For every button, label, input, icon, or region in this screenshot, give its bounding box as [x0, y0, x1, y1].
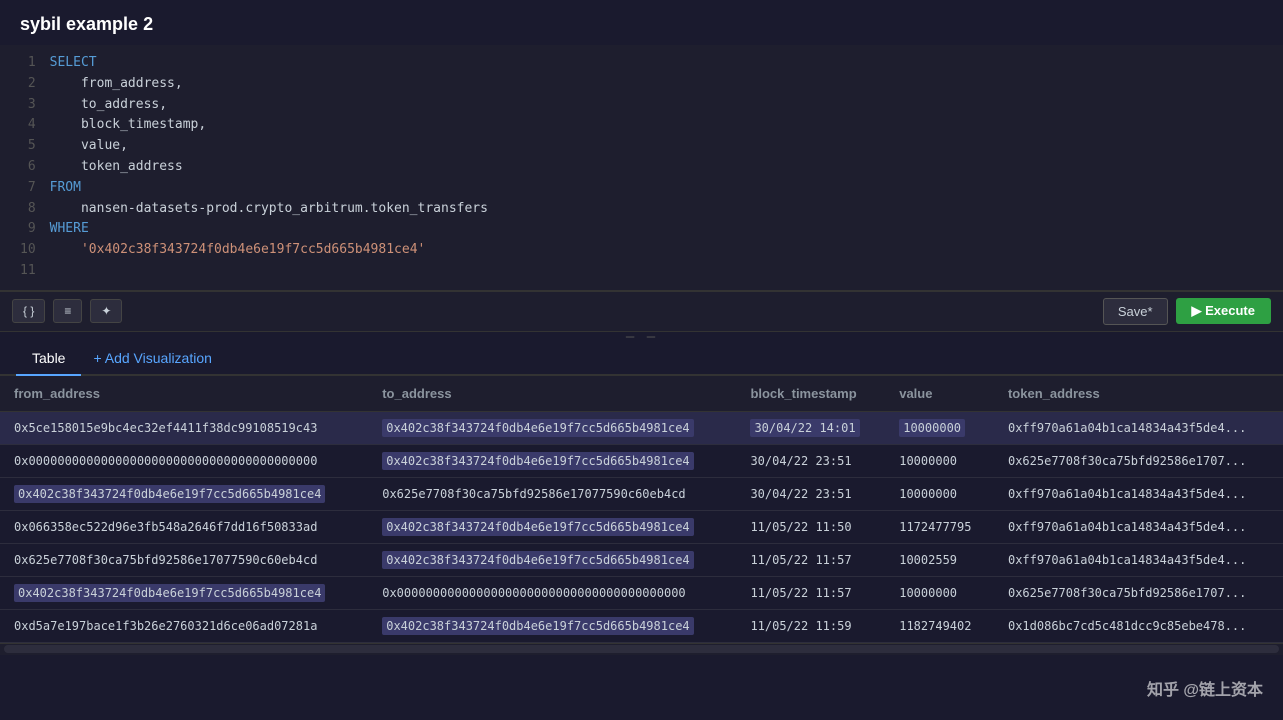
col-header-to-address: to_address: [368, 376, 736, 412]
table-cell: 11/05/22 11:57: [736, 576, 885, 609]
table-cell: 0x066358ec522d96e3fb548a2646f7dd16f50833…: [0, 510, 368, 543]
table-cell: 0xff970a61a04b1ca14834a43f5de4...: [994, 543, 1283, 576]
line-numbers: 1 2 3 4 5 6 7 8 9 10 11: [0, 53, 50, 282]
code-block: 1 2 3 4 5 6 7 8 9 10 11 SELECT from_addr…: [0, 45, 1283, 290]
toolbar: { } ≡ ✦ Save* ▶ Execute: [0, 291, 1283, 332]
save-button[interactable]: Save*: [1103, 298, 1168, 325]
horizontal-scrollbar-area[interactable]: [0, 643, 1283, 655]
col-header-token-address: token_address: [994, 376, 1283, 412]
add-visualization-button[interactable]: + Add Visualization: [81, 342, 223, 374]
table-cell: 0x402c38f343724f0db4e6e19f7cc5d665b4981c…: [368, 411, 736, 444]
tab-table[interactable]: Table: [16, 342, 81, 376]
code-content: SELECT from_address, to_address, block_t…: [50, 53, 1283, 282]
editor-area: 1 2 3 4 5 6 7 8 9 10 11 SELECT from_addr…: [0, 45, 1283, 291]
table-cell: 0x625e7708f30ca75bfd92586e1707...: [994, 576, 1283, 609]
table-cell: 0x402c38f343724f0db4e6e19f7cc5d665b4981c…: [368, 609, 736, 642]
table-cell: 30/04/22 14:01: [736, 411, 885, 444]
table-row: 0x625e7708f30ca75bfd92586e17077590c60eb4…: [0, 543, 1283, 576]
table-cell: 11/05/22 11:50: [736, 510, 885, 543]
table-row: 0x066358ec522d96e3fb548a2646f7dd16f50833…: [0, 510, 1283, 543]
watermark: 知乎 @链上资本: [1147, 676, 1263, 700]
results-area: Table + Add Visualization from_address t…: [0, 342, 1283, 655]
tabs-bar: Table + Add Visualization: [0, 342, 1283, 376]
col-header-from-address: from_address: [0, 376, 368, 412]
table-cell: 0x402c38f343724f0db4e6e19f7cc5d665b4981c…: [0, 477, 368, 510]
table-cell: 0x625e7708f30ca75bfd92586e1707...: [994, 444, 1283, 477]
table-cell: 0x625e7708f30ca75bfd92586e17077590c60eb4…: [0, 543, 368, 576]
table-cell: 0x00000000000000000000000000000000000000…: [0, 444, 368, 477]
table-cell: 0x402c38f343724f0db4e6e19f7cc5d665b4981c…: [368, 543, 736, 576]
results-table-wrapper[interactable]: from_address to_address block_timestamp …: [0, 376, 1283, 643]
execute-button[interactable]: ▶ Execute: [1176, 298, 1271, 324]
table-cell: 0xff970a61a04b1ca14834a43f5de4...: [994, 510, 1283, 543]
table-cell: 0xd5a7e197bace1f3b26e2760321d6ce06ad0728…: [0, 609, 368, 642]
table-row: 0xd5a7e197bace1f3b26e2760321d6ce06ad0728…: [0, 609, 1283, 642]
table-cell: 0xff970a61a04b1ca14834a43f5de4...: [994, 477, 1283, 510]
table-cell: 11/05/22 11:59: [736, 609, 885, 642]
table-cell: 30/04/22 23:51: [736, 477, 885, 510]
resize-dots-icon: — —: [626, 329, 657, 345]
table-cell: 1182749402: [885, 609, 994, 642]
star-button[interactable]: ✦: [90, 299, 122, 323]
table-cell: 0x402c38f343724f0db4e6e19f7cc5d665b4981c…: [368, 444, 736, 477]
table-row: 0x402c38f343724f0db4e6e19f7cc5d665b4981c…: [0, 477, 1283, 510]
table-cell: 0x625e7708f30ca75bfd92586e17077590c60eb4…: [368, 477, 736, 510]
table-cell: 0x5ce158015e9bc4ec32ef4411f38dc99108519c…: [0, 411, 368, 444]
table-cell: 10000000: [885, 411, 994, 444]
table-cell: 0x00000000000000000000000000000000000000…: [368, 576, 736, 609]
list-button[interactable]: ≡: [53, 299, 82, 323]
table-cell: 10000000: [885, 444, 994, 477]
table-cell: 10000000: [885, 576, 994, 609]
resize-handle[interactable]: — —: [0, 332, 1283, 342]
table-cell: 10002559: [885, 543, 994, 576]
format-button[interactable]: { }: [12, 299, 45, 323]
table-cell: 0x402c38f343724f0db4e6e19f7cc5d665b4981c…: [0, 576, 368, 609]
table-cell: 10000000: [885, 477, 994, 510]
table-cell: 0xff970a61a04b1ca14834a43f5de4...: [994, 411, 1283, 444]
results-table: from_address to_address block_timestamp …: [0, 376, 1283, 643]
page-title: sybil example 2: [0, 0, 1283, 45]
table-cell: 30/04/22 23:51: [736, 444, 885, 477]
table-row: 0x00000000000000000000000000000000000000…: [0, 444, 1283, 477]
table-row: 0x5ce158015e9bc4ec32ef4411f38dc99108519c…: [0, 411, 1283, 444]
horizontal-scrollbar-track[interactable]: [4, 645, 1279, 653]
table-cell: 0x402c38f343724f0db4e6e19f7cc5d665b4981c…: [368, 510, 736, 543]
table-cell: 1172477795: [885, 510, 994, 543]
table-row: 0x402c38f343724f0db4e6e19f7cc5d665b4981c…: [0, 576, 1283, 609]
col-header-block-timestamp: block_timestamp: [736, 376, 885, 412]
table-cell: 0x1d086bc7cd5c481dcc9c85ebe478...: [994, 609, 1283, 642]
col-header-value: value: [885, 376, 994, 412]
table-cell: 11/05/22 11:57: [736, 543, 885, 576]
